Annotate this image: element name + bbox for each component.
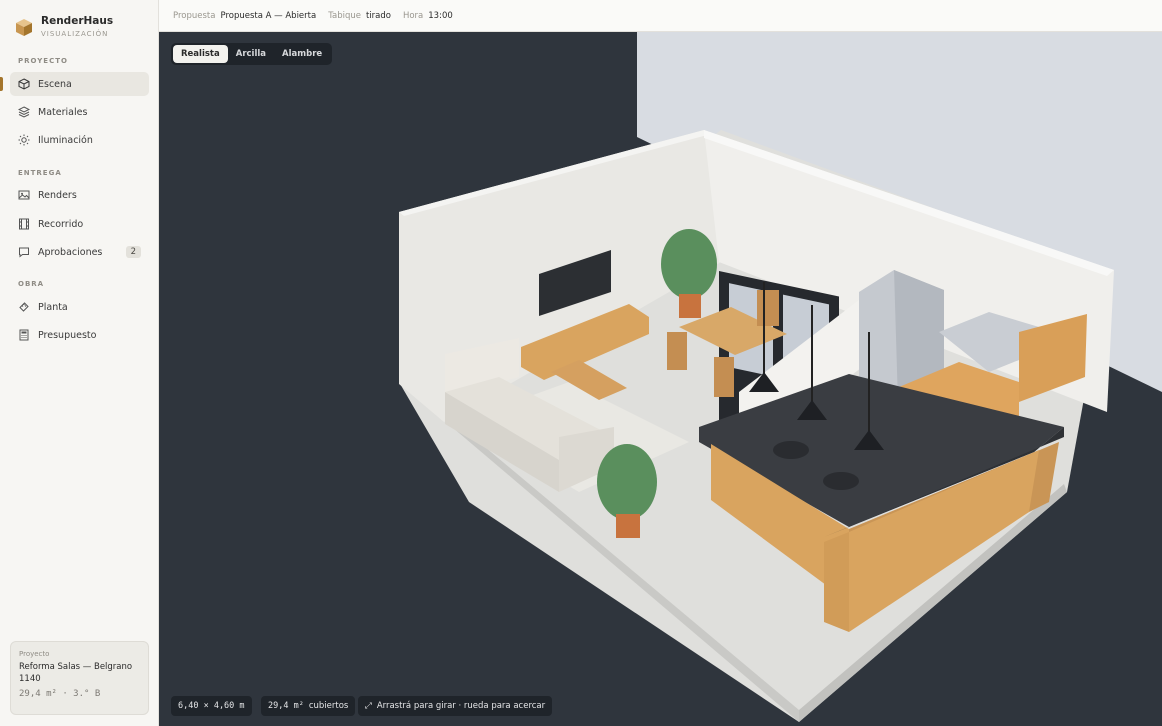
brand-logo-icon [16, 19, 32, 36]
sidebar-item-materiales[interactable]: Materiales [10, 100, 149, 124]
sidebar-item-recorrido[interactable]: Recorrido [10, 212, 149, 236]
project-card[interactable]: Proyecto Reforma Salas — Belgrano 1140 2… [10, 641, 149, 715]
cooktop-burner-1 [773, 441, 809, 459]
sidebar-item-renders[interactable]: Renders [10, 183, 149, 207]
interaction-hint-chip: ⤢ Arrastrá para girar · rueda para acerc… [358, 696, 553, 716]
approvals-count-badge: 2 [125, 246, 141, 258]
plant-back-pot [679, 294, 701, 318]
chair-1 [667, 332, 687, 370]
section-label-entrega: ENTREGA [18, 169, 62, 177]
project-name: Reforma Salas — Belgrano 1140 [19, 662, 133, 684]
view-mode-realista[interactable]: Realista [173, 45, 228, 63]
interaction-hint-text: Arrastrá para girar · rueda para acercar [376, 701, 546, 711]
area-value: 29,4 m² [268, 701, 304, 711]
ruler-icon [18, 301, 30, 313]
area-chip: 29,4 m² cubiertos [261, 696, 356, 716]
calculator-icon [18, 329, 30, 341]
sidebar: RenderHaus VISUALIZACIÓN PROYECTO Escena… [0, 0, 159, 726]
active-indicator [0, 77, 3, 91]
room-scene[interactable] [159, 32, 1162, 726]
brand-name: RenderHaus [41, 15, 114, 27]
layers-icon [18, 106, 30, 118]
tabique-label: Tabique [328, 10, 361, 21]
app-root: RenderHaus VISUALIZACIÓN PROYECTO Escena… [0, 0, 1162, 726]
project-card-label: Proyecto [19, 650, 50, 658]
dimensions-chip: 6,40 × 4,60 m [171, 696, 252, 716]
sidebar-item-label: Aprobaciones [38, 246, 103, 258]
expand-icon: ⤢ [365, 701, 372, 711]
sidebar-item-aprobaciones[interactable]: Aprobaciones 2 [10, 240, 149, 264]
plant-back [661, 229, 717, 299]
hora-label: Hora [402, 10, 424, 21]
plant-front-pot [616, 514, 640, 538]
tabique-value[interactable]: tirado [366, 11, 391, 21]
chair-3 [757, 290, 779, 326]
sidebar-item-label: Iluminación [38, 134, 93, 146]
propuesta-label: Propuesta [173, 10, 216, 21]
cooktop-burner-2 [823, 472, 859, 490]
section-label-proyecto: PROYECTO [18, 57, 68, 65]
sidebar-item-planta[interactable]: Planta [10, 295, 149, 319]
sidebar-item-label: Escena [38, 78, 72, 90]
chair-2 [714, 357, 734, 397]
film-icon [18, 218, 30, 230]
cube-icon [18, 78, 30, 90]
view-mode-arcilla[interactable]: Arcilla [228, 45, 274, 63]
chat-icon [18, 246, 30, 258]
area-label: cubiertos [308, 701, 349, 711]
view-mode-toggle: Realista Arcilla Alambre [171, 43, 333, 65]
sun-icon [18, 134, 30, 146]
view-mode-alambre[interactable]: Alambre [274, 45, 330, 63]
counter-lower [824, 532, 849, 632]
plant-front [597, 444, 657, 520]
project-meta: 29,4 m² · 3.° B [19, 689, 101, 699]
sidebar-item-iluminacion[interactable]: Iluminación [10, 128, 149, 152]
sidebar-item-label: Materiales [38, 106, 88, 118]
sidebar-item-label: Recorrido [38, 218, 84, 230]
section-label-obra: OBRA [18, 280, 45, 288]
image-icon [18, 189, 30, 201]
hora-value[interactable]: 13:00 [428, 11, 453, 21]
propuesta-value[interactable]: Propuesta A — Abierta [220, 11, 316, 21]
sidebar-item-presupuesto[interactable]: Presupuesto [10, 323, 149, 347]
brand-subtitle: VISUALIZACIÓN [41, 30, 109, 38]
sidebar-item-escena[interactable]: Escena [10, 72, 149, 96]
sidebar-item-label: Renders [38, 189, 77, 201]
sidebar-item-label: Planta [38, 301, 68, 313]
3d-viewport[interactable]: Realista Arcilla Alambre 6,40 × 4,60 m 2… [159, 32, 1162, 726]
sidebar-item-label: Presupuesto [38, 329, 97, 341]
dimensions-value: 6,40 × 4,60 m [178, 701, 245, 711]
brand[interactable]: RenderHaus VISUALIZACIÓN [14, 12, 113, 42]
top-bar: Propuesta Propuesta A — Abierta Tabique … [159, 0, 1162, 32]
